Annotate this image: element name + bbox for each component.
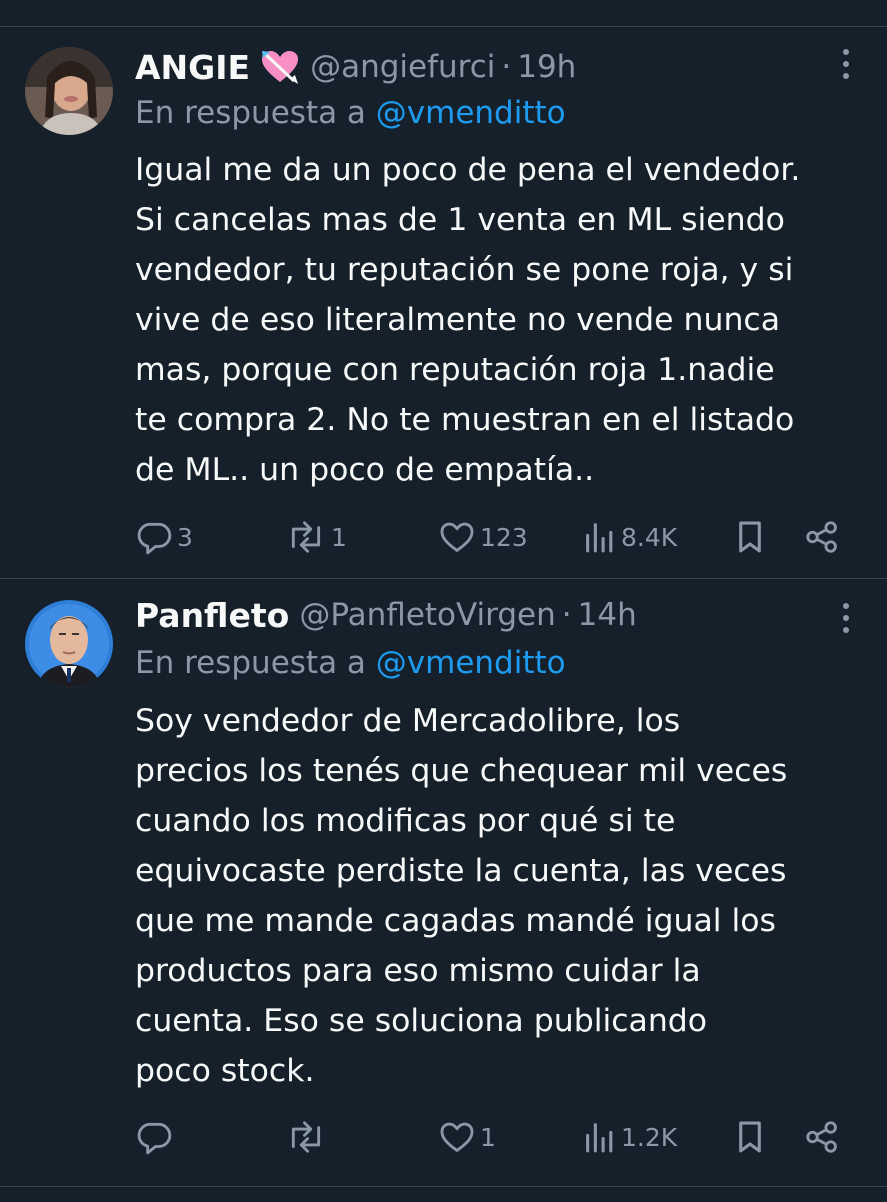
tweet-text-line: productos para eso mismo cuidar la bbox=[135, 953, 701, 989]
views-count: 1.2K bbox=[621, 1122, 678, 1152]
views-icon bbox=[586, 1123, 613, 1153]
reply-context: En respuesta a @vmenditto bbox=[135, 95, 566, 131]
retweet-icon bbox=[291, 521, 321, 553]
display-name[interactable]: ANGIE bbox=[135, 48, 250, 87]
more-icon[interactable] bbox=[841, 49, 851, 79]
heart-with-arrow-icon bbox=[260, 49, 300, 85]
tweet-text-line: te compra 2. No te muestran en el listad… bbox=[135, 402, 795, 438]
retweet-icon bbox=[291, 1121, 321, 1153]
tweet-divider bbox=[0, 1186, 887, 1187]
reply-button[interactable]: 3 bbox=[135, 517, 193, 557]
tweet-panfleto[interactable]: Panfleto @PanfletoVirgen · 14h En respue… bbox=[0, 595, 887, 1175]
timestamp[interactable]: 19h bbox=[517, 49, 576, 85]
tweet-text-line: precios los tenés que chequear mil veces bbox=[135, 753, 788, 789]
reply-icon bbox=[137, 522, 172, 555]
views-count: 8.4K bbox=[621, 522, 678, 552]
top-divider bbox=[0, 26, 887, 27]
retweet-button[interactable] bbox=[285, 1117, 331, 1157]
tweet-text-line: Si cancelas mas de 1 venta en ML siendo bbox=[135, 202, 785, 238]
reply-count: 3 bbox=[177, 522, 193, 552]
bookmark-icon bbox=[739, 1121, 761, 1153]
bookmark-button[interactable] bbox=[733, 1117, 767, 1157]
tweet-text-line: Igual me da un poco de pena el vendedor. bbox=[135, 152, 801, 188]
tweet-text: Soy vendedor de Mercadolibre, los precio… bbox=[135, 696, 855, 1096]
separator-dot: · bbox=[501, 49, 512, 85]
share-icon bbox=[806, 1121, 837, 1153]
like-button[interactable]: 123 bbox=[438, 517, 528, 557]
tweet-divider bbox=[0, 578, 887, 579]
reply-icon bbox=[137, 1122, 172, 1155]
views-button[interactable]: 1.2K bbox=[583, 1117, 677, 1157]
bookmark-icon bbox=[739, 521, 761, 553]
display-name[interactable]: Panfleto bbox=[135, 596, 289, 635]
tweet-text: Igual me da un poco de pena el vendedor.… bbox=[135, 145, 855, 495]
handle[interactable]: @angiefurci bbox=[310, 49, 495, 85]
reply-mention[interactable]: @vmenditto bbox=[376, 645, 566, 681]
reply-mention[interactable]: @vmenditto bbox=[376, 95, 566, 131]
tweet-header: ANGIE @angiefurci · 19h bbox=[135, 47, 576, 87]
tweet-text-line: cuando los modificas por qué si te bbox=[135, 803, 676, 839]
tweet-text-line: Soy vendedor de Mercadolibre, los bbox=[135, 703, 681, 739]
avatar[interactable] bbox=[25, 600, 113, 688]
tweet-text-line: cuenta. Eso se soluciona publicando bbox=[135, 1003, 708, 1039]
like-icon bbox=[440, 522, 474, 552]
like-count: 1 bbox=[480, 1122, 496, 1152]
tweet-angie[interactable]: ANGIE @angiefurci · 19h En respuesta a @… bbox=[0, 47, 887, 567]
tweet-text-line: mas, porque con reputación roja 1.nadie bbox=[135, 352, 775, 388]
like-button[interactable]: 1 bbox=[438, 1117, 496, 1157]
reply-prefix: En respuesta a bbox=[135, 645, 376, 681]
like-count: 123 bbox=[480, 522, 528, 552]
timestamp[interactable]: 14h bbox=[578, 597, 637, 633]
share-button[interactable] bbox=[803, 1117, 841, 1157]
reply-prefix: En respuesta a bbox=[135, 95, 376, 131]
tweet-header: Panfleto @PanfletoVirgen · 14h bbox=[135, 595, 637, 635]
avatar[interactable] bbox=[25, 47, 113, 135]
retweet-button[interactable]: 1 bbox=[285, 517, 347, 557]
tweet-text-line: poco stock. bbox=[135, 1053, 315, 1089]
more-icon[interactable] bbox=[841, 603, 851, 633]
retweet-count: 1 bbox=[331, 522, 347, 552]
tweet-text-line: de ML.. un poco de empatía.. bbox=[135, 452, 595, 488]
share-icon bbox=[806, 521, 837, 553]
tweet-text-line: equivocaste perdiste la cuenta, las vece… bbox=[135, 853, 787, 889]
tweet-text-line: que me mande cagadas mandé igual los bbox=[135, 903, 776, 939]
reply-button[interactable] bbox=[135, 1117, 177, 1157]
share-button[interactable] bbox=[803, 517, 841, 557]
like-icon bbox=[440, 1122, 474, 1152]
tweet-actions: 1 1.2K bbox=[135, 1117, 850, 1157]
tweet-text-line: vive de eso literalmente no vende nunca bbox=[135, 302, 781, 338]
handle[interactable]: @PanfletoVirgen bbox=[299, 597, 555, 633]
views-button[interactable]: 8.4K bbox=[583, 517, 677, 557]
tweet-text-line: vendedor, tu reputación se pone roja, y … bbox=[135, 252, 794, 288]
reply-context: En respuesta a @vmenditto bbox=[135, 645, 566, 681]
bookmark-button[interactable] bbox=[733, 517, 767, 557]
separator-dot: · bbox=[561, 597, 572, 633]
views-icon bbox=[586, 523, 613, 553]
tweet-actions: 3 1 123 8.4K bbox=[135, 517, 850, 557]
